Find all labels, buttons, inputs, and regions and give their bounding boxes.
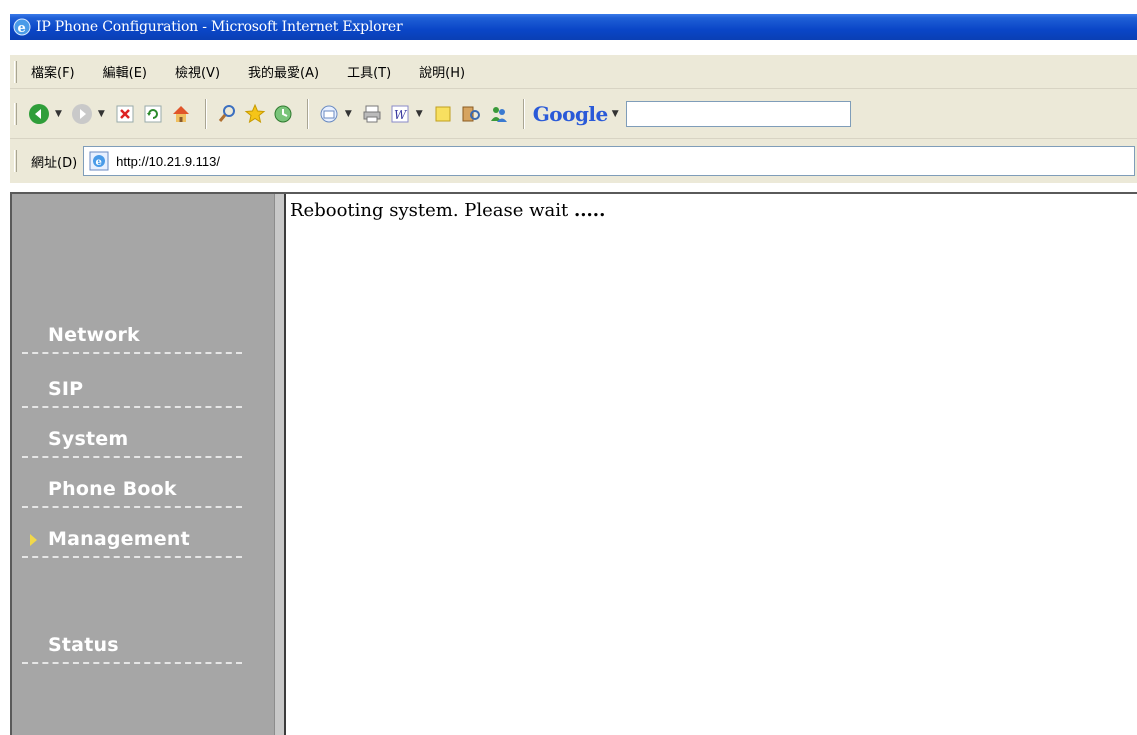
menu-view[interactable]: 檢視(V) — [171, 60, 224, 83]
page-frameset: Network SIP System Phone Book Management… — [10, 192, 1137, 735]
messenger-icon — [487, 102, 511, 126]
google-dropdown-icon[interactable]: ▼ — [612, 109, 619, 119]
messenger-button[interactable] — [487, 102, 511, 126]
nav-item-network[interactable]: Network — [22, 318, 242, 354]
nav-label: System — [48, 428, 129, 450]
svg-text:e: e — [18, 21, 26, 36]
research-button[interactable] — [459, 102, 483, 126]
standard-toolbar: ▼ ▼ ▼ W ▼ Google ▼ — [10, 89, 1137, 139]
menu-tools[interactable]: 工具(T) — [343, 60, 395, 83]
google-search-input[interactable] — [626, 100, 852, 127]
svg-text:W: W — [394, 108, 408, 122]
note-icon — [431, 102, 455, 126]
mail-dropdown-icon[interactable]: ▼ — [345, 109, 352, 119]
stop-icon — [113, 102, 137, 126]
reboot-text: Rebooting system. Please wait — [290, 200, 569, 221]
ie-app-icon: e — [13, 18, 31, 36]
toolbar-separator — [522, 98, 525, 129]
svg-text:e: e — [96, 157, 102, 168]
selected-arrow-icon — [30, 534, 37, 546]
menu-help[interactable]: 說明(H) — [415, 60, 469, 83]
home-icon — [169, 102, 193, 126]
google-toolbar-logo[interactable]: Google ▼ — [533, 102, 623, 126]
nav-label: SIP — [48, 378, 84, 400]
back-icon — [27, 102, 51, 126]
reboot-message: Rebooting system. Please wait ..... — [290, 200, 1135, 221]
page-icon: e — [88, 150, 110, 172]
nav-item-management[interactable]: Management — [22, 522, 242, 558]
search-button[interactable] — [215, 102, 239, 126]
edit-icon: W — [388, 102, 412, 126]
mail-button[interactable]: ▼ — [317, 102, 356, 126]
main-content: Rebooting system. Please wait ..... — [288, 194, 1137, 735]
addressbar-grip[interactable] — [14, 150, 17, 172]
nav-item-status[interactable]: Status — [22, 628, 242, 664]
address-field[interactable]: e http://10.21.9.113/ — [83, 146, 1135, 176]
window-title-bar[interactable]: e IP Phone Configuration - Microsoft Int… — [10, 14, 1137, 40]
toolbar-grip[interactable] — [14, 102, 17, 125]
nav-sidebar: Network SIP System Phone Book Management… — [12, 194, 274, 735]
frame-resize-divider[interactable] — [274, 194, 286, 735]
toolbar-separator — [306, 98, 309, 129]
edit-dropdown-icon[interactable]: ▼ — [416, 109, 423, 119]
address-bar: 網址(D) e http://10.21.9.113/ — [10, 139, 1137, 183]
forward-button[interactable]: ▼ — [70, 102, 109, 126]
home-button[interactable] — [169, 102, 193, 126]
print-button[interactable] — [360, 102, 384, 126]
window-title: IP Phone Configuration - Microsoft Inter… — [36, 19, 403, 35]
nav-label: Phone Book — [48, 478, 177, 500]
refresh-button[interactable] — [141, 102, 165, 126]
note-button[interactable] — [431, 102, 455, 126]
nav-item-system[interactable]: System — [22, 422, 242, 458]
history-icon — [271, 102, 295, 126]
history-button[interactable] — [271, 102, 295, 126]
menu-favorites[interactable]: 我的最愛(A) — [244, 60, 323, 83]
address-url: http://10.21.9.113/ — [116, 153, 220, 169]
forward-dropdown-icon[interactable]: ▼ — [98, 109, 105, 119]
forward-icon — [70, 102, 94, 126]
toolbar-separator — [204, 98, 207, 129]
nav-item-sip[interactable]: SIP — [22, 372, 242, 408]
favorites-button[interactable] — [243, 102, 267, 126]
nav-item-phone-book[interactable]: Phone Book — [22, 472, 242, 508]
nav-label: Status — [48, 634, 119, 656]
nav-label: Management — [48, 528, 190, 550]
mail-icon — [317, 102, 341, 126]
back-dropdown-icon[interactable]: ▼ — [55, 109, 62, 119]
print-icon — [360, 102, 384, 126]
address-label: 網址(D) — [31, 155, 78, 171]
google-label: Google — [532, 101, 609, 126]
menu-bar: 檔案(F) 編輯(E) 檢視(V) 我的最愛(A) 工具(T) 說明(H) — [10, 55, 1137, 89]
refresh-icon — [141, 102, 165, 126]
menu-grip[interactable] — [14, 60, 17, 83]
nav-label: Network — [48, 324, 140, 346]
reboot-dots: ..... — [574, 200, 606, 221]
stop-button[interactable] — [113, 102, 137, 126]
back-button[interactable]: ▼ — [27, 102, 66, 126]
menu-file[interactable]: 檔案(F) — [27, 60, 79, 83]
edit-button[interactable]: W ▼ — [388, 102, 427, 126]
menu-edit[interactable]: 編輯(E) — [99, 60, 151, 83]
research-icon — [459, 102, 483, 126]
favorites-icon — [243, 102, 267, 126]
search-icon — [215, 102, 239, 126]
